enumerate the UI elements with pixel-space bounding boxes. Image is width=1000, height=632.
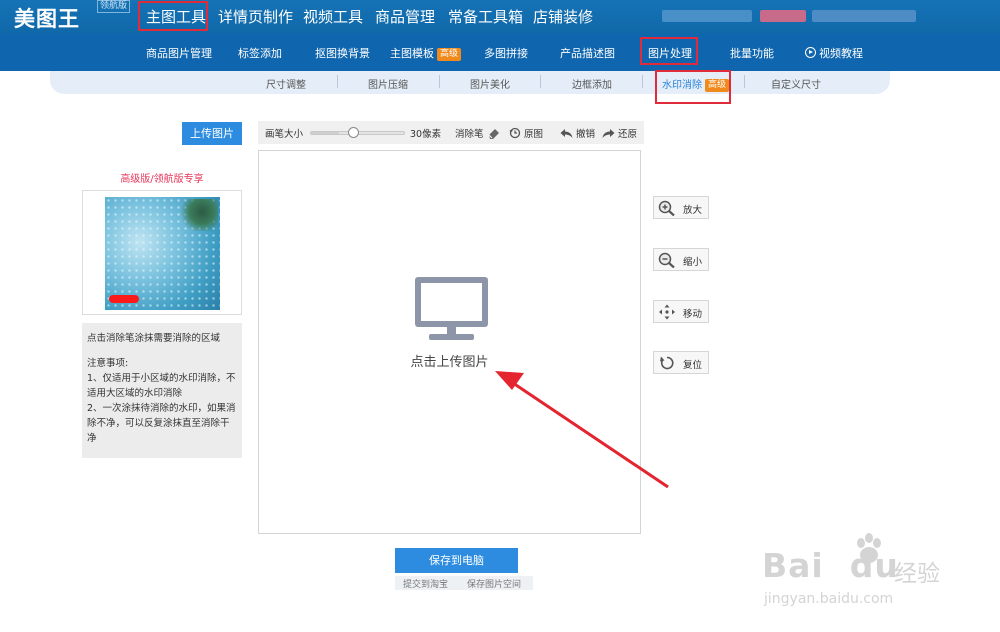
top-nav-store-decoration[interactable]: 店铺装修	[533, 6, 593, 27]
advanced-badge: 高级	[437, 48, 462, 61]
eraser-icon	[488, 129, 499, 139]
secondary-nav: 商品图片管理 标签添加 抠图换背景 主图模板 高级 多图拼接 产品描述图 图片处理…	[0, 34, 1000, 71]
brush-size-slider[interactable]	[310, 127, 405, 138]
zoom-in-label: 放大	[683, 205, 703, 216]
top-nav-video-tools[interactable]: 视频工具	[303, 6, 363, 27]
sample-image-foliage	[178, 199, 218, 231]
baidu-paw-icon	[857, 533, 881, 563]
history-icon	[509, 127, 521, 139]
nav-video-tutorial[interactable]: 视频教程	[805, 45, 863, 61]
tool-sub-nav: 尺寸调整 图片压缩 图片美化 边框添加 水印消除 高级 自定义尺寸	[50, 71, 890, 94]
top-nav-toolbox[interactable]: 常备工具箱	[448, 6, 523, 27]
divider	[744, 75, 745, 88]
subnav-custom-size[interactable]: 自定义尺寸	[771, 76, 821, 91]
zoom-out-icon	[658, 252, 675, 268]
redo-button[interactable]: 还原	[602, 126, 637, 140]
sample-image-frame	[82, 190, 242, 315]
subnav-resize[interactable]: 尺寸调整	[266, 76, 306, 91]
redo-icon	[602, 129, 615, 138]
note-item: 1、仅适用于小区域的水印消除，不适用大区域的水印消除	[87, 373, 236, 399]
eraser-pen-label: 消除笔	[455, 129, 484, 140]
nav-cutout-background[interactable]: 抠图换背景	[315, 45, 370, 61]
note-item: 2、一次涂抹待消除的水印，如果消除不净，可以反复涂抹直至消除干净	[87, 403, 236, 444]
reset-icon	[660, 356, 674, 370]
zoom-in-icon	[658, 200, 675, 216]
watermark-cn: 经验	[894, 561, 940, 587]
subnav-beautify[interactable]: 图片美化	[470, 76, 510, 91]
nav-label-add[interactable]: 标签添加	[238, 45, 282, 61]
baidu-jingyan-watermark: Bai du 经验 jingyan.baidu.com	[762, 528, 962, 618]
upload-prompt[interactable]: 点击上传图片	[259, 351, 640, 370]
zoom-out-label: 缩小	[683, 257, 703, 268]
nav-multi-image-splice[interactable]: 多图拼接	[484, 45, 528, 61]
brand-logo[interactable]: 美图王	[14, 3, 80, 33]
subnav-compress[interactable]: 图片压缩	[368, 76, 408, 91]
slider-handle[interactable]	[347, 127, 359, 138]
undo-label: 撤销	[576, 129, 596, 140]
undo-button[interactable]: 撤销	[560, 126, 595, 140]
highlight-box	[138, 1, 208, 31]
divider	[439, 75, 440, 88]
undo-icon	[560, 129, 573, 138]
upload-image-button[interactable]: 上传图片	[182, 122, 242, 145]
save-to-image-space-link[interactable]: 保存图片空间	[467, 577, 521, 590]
play-icon	[805, 47, 816, 58]
nav-main-template-label: 主图模板	[390, 47, 434, 60]
brush-toolbar: 画笔大小 30像素 消除笔 原图 撤销 还原	[258, 121, 644, 144]
edition-badge: 领航版	[97, 0, 131, 13]
move-label: 移动	[683, 309, 703, 320]
user-info-blurred	[812, 10, 916, 22]
user-info-blurred	[662, 10, 752, 22]
monitor-icon	[415, 277, 488, 340]
save-to-computer-button[interactable]: 保存到电脑	[395, 548, 518, 573]
nav-batch-functions[interactable]: 批量功能	[730, 45, 774, 61]
instruction-text: 点击消除笔涂抹需要消除的区域	[87, 333, 221, 344]
move-icon	[659, 304, 675, 320]
watermark-brand-part1: Bai	[762, 546, 824, 585]
submit-to-taobao-link[interactable]: 提交到淘宝	[403, 577, 448, 590]
editing-canvas[interactable]: 点击上传图片	[258, 150, 641, 534]
slider-fill	[311, 132, 339, 134]
brush-size-label: 画笔大小	[265, 129, 304, 140]
watermark-url: jingyan.baidu.com	[764, 591, 894, 607]
highlight-box	[640, 37, 698, 65]
sample-image	[105, 197, 220, 310]
app-root: 美图王 领航版 主图工具 详情页制作 视频工具 商品管理 常备工具箱 店铺装修 …	[0, 0, 1000, 632]
eraser-pen-tool[interactable]: 消除笔	[455, 126, 501, 140]
reset-label: 复位	[683, 360, 703, 371]
top-bar: 美图王 领航版 主图工具 详情页制作 视频工具 商品管理 常备工具箱 店铺装修	[0, 0, 1000, 34]
instructions-panel: 点击消除笔涂抹需要消除的区域 注意事项: 1、仅适用于小区域的水印消除，不适用大…	[82, 323, 242, 458]
zoom-out-button[interactable]: 缩小	[653, 248, 709, 271]
zoom-in-button[interactable]: 放大	[653, 196, 709, 219]
move-button[interactable]: 移动	[653, 300, 709, 323]
divider	[540, 75, 541, 88]
nav-product-description[interactable]: 产品描述图	[560, 45, 615, 61]
redo-label: 还原	[618, 129, 638, 140]
pro-version-label: 高级版/领航版专享	[120, 174, 204, 185]
subnav-border-add[interactable]: 边框添加	[572, 76, 612, 91]
nav-main-template[interactable]: 主图模板 高级	[390, 45, 462, 61]
user-info-blurred	[760, 10, 806, 22]
sample-watermark-mark	[109, 295, 139, 303]
divider	[337, 75, 338, 88]
nav-image-management[interactable]: 商品图片管理	[146, 45, 212, 61]
secondary-save-links: 提交到淘宝 保存图片空间	[395, 576, 533, 590]
top-nav-detail-page[interactable]: 详情页制作	[218, 6, 293, 27]
highlight-box	[655, 70, 731, 104]
original-image-label: 原图	[524, 129, 544, 140]
notes-title: 注意事项:	[87, 358, 129, 369]
divider	[642, 75, 643, 88]
original-image-button[interactable]: 原图	[509, 126, 543, 140]
reset-button[interactable]: 复位	[653, 351, 709, 374]
brush-size-value: 30像素	[410, 129, 442, 140]
top-nav-product-management[interactable]: 商品管理	[375, 6, 435, 27]
nav-video-tutorial-label: 视频教程	[819, 47, 863, 60]
